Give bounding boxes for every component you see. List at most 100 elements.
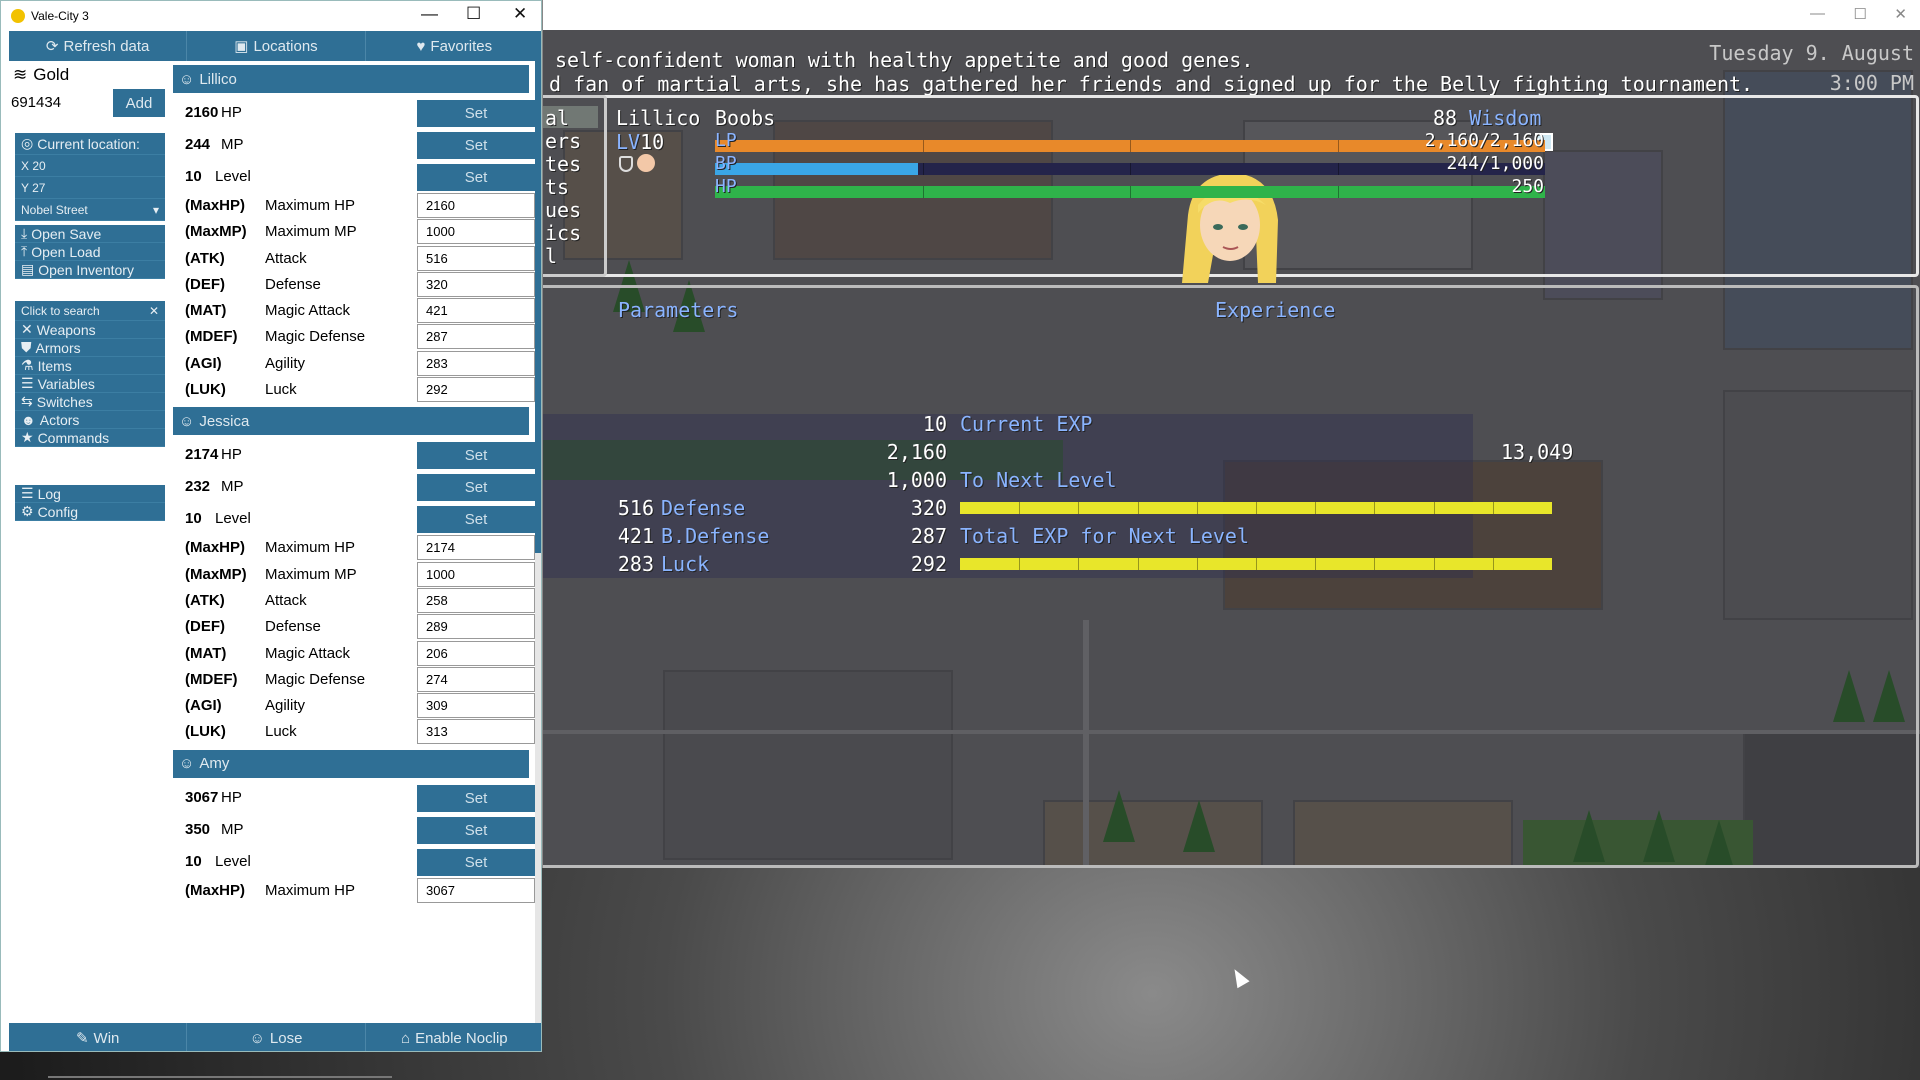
bar-value: 244/1,000: [1446, 153, 1544, 174]
param-row: (MDEF) Magic Defense 287: [173, 324, 535, 350]
param-input[interactable]: 421: [417, 298, 535, 324]
param-code: (MaxHP): [185, 881, 246, 899]
sidebar-item-items[interactable]: ⚗ Items: [15, 357, 165, 375]
menu-item[interactable]: ts: [545, 175, 569, 199]
param-code: (ATK): [185, 249, 225, 267]
nav-refresh-data[interactable]: ⟳ Refresh data: [9, 31, 188, 61]
param-row: (DEF) Defense 320: [173, 271, 535, 298]
param-code: (MDEF): [185, 670, 238, 688]
tool-minimize-button[interactable]: —: [421, 4, 438, 24]
lose-button[interactable]: ☺ Lose: [187, 1023, 366, 1051]
set-mp-button[interactable]: Set: [417, 816, 535, 844]
param-input[interactable]: 2160: [417, 193, 535, 218]
wisdom-stat: 88 Wisdom: [1433, 106, 1542, 130]
bar-segment: [1337, 140, 1339, 152]
globe-icon: ◎: [21, 135, 34, 151]
param-input[interactable]: 309: [417, 693, 535, 719]
actor-header[interactable]: ☺ Jessica: [173, 407, 529, 436]
param-input[interactable]: 283: [417, 350, 535, 376]
sidebar-item-variables[interactable]: ☰ Variables: [15, 375, 165, 393]
actor-mp-label: MP: [221, 136, 244, 153]
param-input[interactable]: 258: [417, 587, 535, 613]
menu-item[interactable]: tes: [545, 152, 581, 176]
param-left-value: 516: [617, 496, 654, 520]
param-input[interactable]: 287: [417, 324, 535, 350]
tool-close-button[interactable]: ✕: [513, 4, 527, 24]
bar-segment: [1433, 502, 1435, 514]
set-hp-button[interactable]: Set: [417, 784, 535, 812]
param-row: (ATK) Attack 258: [173, 587, 535, 614]
actor-header[interactable]: ☺ Lillico: [173, 65, 529, 93]
win-button[interactable]: ✎ Win: [9, 1023, 188, 1051]
menu-item[interactable]: al: [545, 106, 569, 130]
sidebar-item-open-inventory[interactable]: ▤ Open Inventory: [15, 261, 165, 279]
actor-hp-value: 3067: [185, 788, 219, 806]
set-mp-button[interactable]: Set: [417, 474, 535, 502]
sidebar-item-switches[interactable]: ⇆ Switches: [15, 393, 165, 411]
bar-segment: [1019, 502, 1021, 514]
actor-header[interactable]: ☺ Amy: [173, 749, 529, 778]
set-level-button[interactable]: Set: [417, 848, 535, 876]
actor-mp-row: 244 MP Set: [173, 129, 535, 161]
tool-maximize-button[interactable]: ☐: [466, 4, 481, 24]
game-close-button[interactable]: ✕: [1894, 5, 1907, 23]
param-input[interactable]: 516: [417, 245, 535, 271]
param-input[interactable]: 1000: [417, 561, 535, 587]
sidebar-item-open-load[interactable]: ⤒ Open Load: [15, 243, 165, 261]
param-input[interactable]: 274: [417, 666, 535, 692]
bar-segment: [1130, 186, 1131, 198]
param-input[interactable]: 292: [417, 377, 535, 403]
gold-value[interactable]: 691434: [11, 94, 61, 111]
clear-search-icon[interactable]: ✕: [149, 304, 159, 318]
scrollbar-thumb[interactable]: [535, 61, 541, 553]
bar-bp: [715, 163, 1545, 175]
sidebar-item-config[interactable]: ⚙ Config: [15, 503, 165, 521]
param-input[interactable]: 1000: [417, 219, 535, 245]
nav-favorites[interactable]: ♥ Favorites: [366, 31, 541, 61]
param-input[interactable]: 320: [417, 271, 535, 297]
param-input[interactable]: 2174: [417, 535, 535, 561]
gear-icon: ⚙: [21, 503, 34, 519]
param-input[interactable]: 289: [417, 614, 535, 640]
game-window[interactable]: — ☐ ✕ Tuesday 9. August 3:00 PM self-con…: [542, 0, 1920, 868]
game-maximize-button[interactable]: ☐: [1854, 5, 1867, 23]
set-hp-button[interactable]: Set: [417, 442, 535, 470]
bar-segment: [1337, 186, 1339, 198]
param-input[interactable]: 206: [417, 640, 535, 666]
menu-item[interactable]: l: [545, 244, 557, 268]
sidebar-item-log[interactable]: ☰ Log: [15, 485, 165, 503]
param-name: Agility: [265, 697, 306, 715]
param-input[interactable]: 313: [417, 719, 535, 745]
param-row: (DEF) Defense 289: [173, 614, 535, 640]
sidebar-item-open-save[interactable]: ⤓ Open Save: [15, 225, 165, 243]
enable-noclip-button[interactable]: ⌂ Enable Noclip: [366, 1023, 541, 1051]
param-row: (MaxHP) Maximum HP 2160: [173, 193, 535, 219]
menu-item[interactable]: ues: [545, 198, 581, 222]
menu-item[interactable]: ics: [545, 221, 581, 245]
set-level-button[interactable]: Set: [417, 164, 535, 191]
param-input[interactable]: 3067: [417, 877, 535, 903]
sidebar-item-armors[interactable]: ⛊ Armors: [15, 339, 165, 357]
sidebar-item-commands[interactable]: ★ Commands: [15, 429, 165, 447]
set-hp-button[interactable]: Set: [417, 100, 535, 127]
map-select[interactable]: Nobel Street ▾: [15, 199, 165, 221]
bar-segment: [1256, 558, 1257, 570]
ghost-icon: ⌂: [401, 1029, 411, 1047]
users-icon: ☻: [21, 411, 36, 428]
param-name: Agility: [265, 354, 306, 372]
game-minimize-button[interactable]: —: [1810, 5, 1825, 22]
nav-locations[interactable]: ▣ Locations: [187, 31, 366, 61]
menu-item[interactable]: ers: [545, 129, 581, 153]
sidebar-item-weapons[interactable]: ✕ Weapons: [15, 321, 165, 339]
set-level-button[interactable]: Set: [417, 506, 535, 534]
param-code: (DEF): [185, 275, 225, 293]
gold-label: ≋ Gold: [13, 65, 70, 84]
cheat-tool-window[interactable]: Vale-City 3 — ☐ ✕ ⟳ Refresh data ▣ Location…: [0, 0, 542, 1052]
set-mp-button[interactable]: Set: [417, 132, 535, 159]
param-name: Magic Defense: [265, 328, 366, 346]
gold-add-button[interactable]: Add: [113, 89, 165, 117]
top-nav: ⟳ Refresh data ▣ Locations ♥ Favorites: [9, 31, 541, 61]
tool-titlebar: Vale-City 3 — ☐ ✕: [1, 1, 541, 31]
sidebar-item-actors[interactable]: ☻ Actors: [15, 411, 165, 429]
search-input[interactable]: Click to search ✕: [15, 301, 165, 321]
